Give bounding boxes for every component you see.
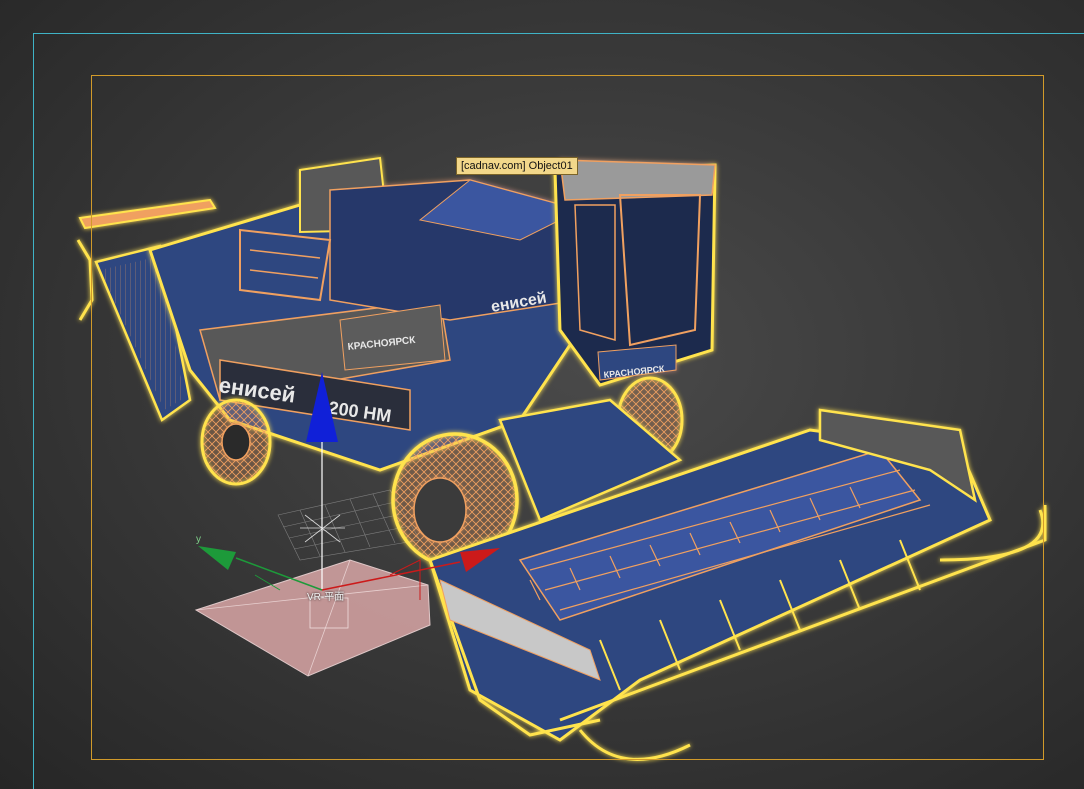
gizmo-y-arrow-icon[interactable]: [198, 546, 236, 570]
perspective-viewport[interactable]: енисей 1200 HM КРАСНОЯРСК енисей КРАСНОЯ…: [0, 0, 1084, 789]
harvester-cab[interactable]: [553, 159, 717, 387]
plane-object-label: VR-平面: [307, 592, 345, 603]
gizmo-y-label: y: [196, 534, 201, 545]
harvester-header[interactable]: [428, 398, 1047, 761]
selected-object-tooltip: [cadnav.com] Object01: [456, 157, 578, 175]
scene-render[interactable]: енисей 1200 HM КРАСНОЯРСК енисей КРАСНОЯ…: [0, 0, 1084, 789]
rear-wheel[interactable]: [200, 398, 272, 486]
vr-plane-object[interactable]: [194, 559, 431, 677]
